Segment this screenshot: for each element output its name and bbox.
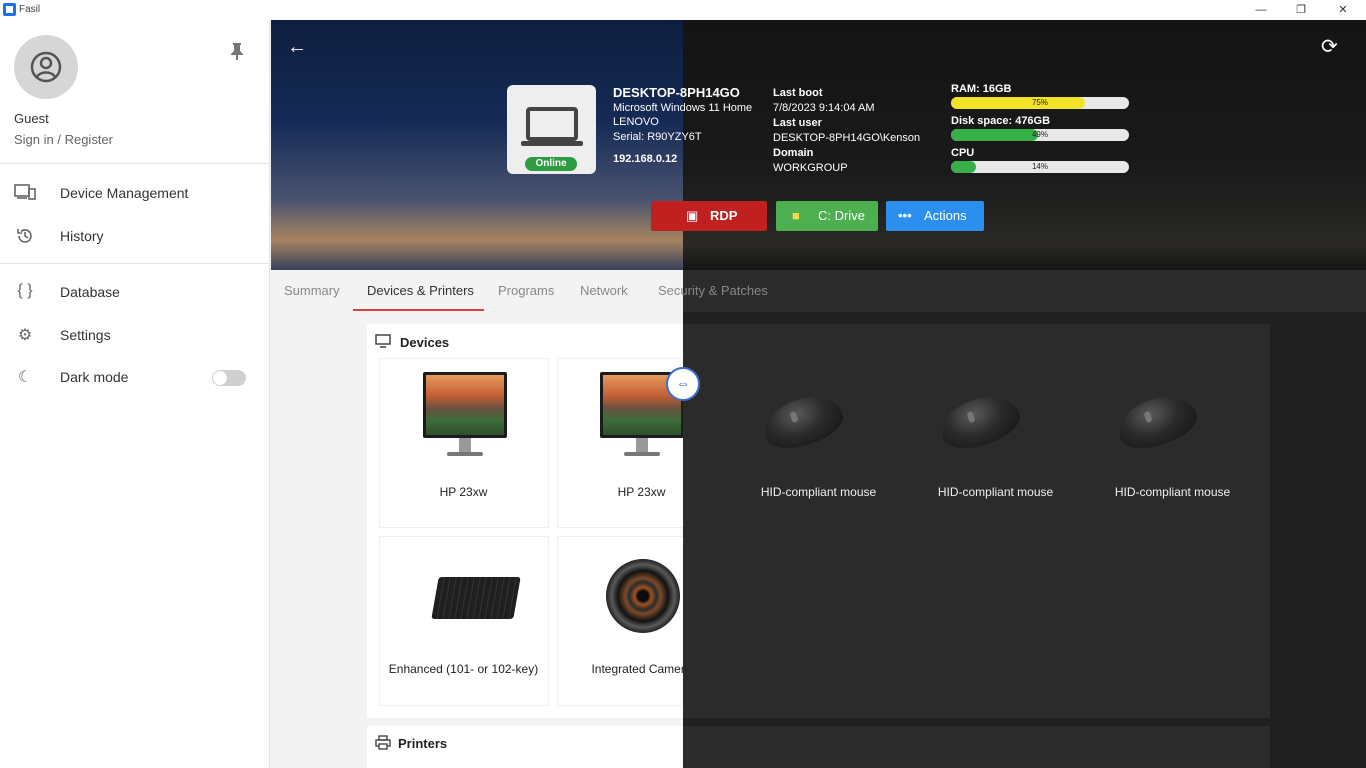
device-label: HP 23xw — [439, 485, 488, 499]
camera-image — [606, 559, 680, 633]
device-info: DESKTOP-8PH14GO Microsoft Windows 11 Hom… — [613, 85, 753, 167]
sidebar-item-settings[interactable]: ⚙ Settings — [0, 315, 270, 355]
laptop-base — [521, 141, 583, 146]
device-label: HID-compliant mouse — [1114, 485, 1231, 499]
ram-usage-percent: 75% — [1031, 98, 1048, 107]
rdp-button[interactable]: ▣ RDP — [651, 201, 767, 231]
tab-bar: Summary Devices & Printers Programs Netw… — [271, 270, 1366, 312]
dark-theme-preview — [683, 270, 1366, 312]
device-tile[interactable] — [379, 536, 549, 706]
last-user-label: Last user — [773, 117, 822, 129]
divider — [0, 263, 270, 264]
domain-value: WORKGROUP — [773, 161, 848, 174]
back-arrow-icon[interactable]: ← — [287, 36, 307, 59]
devices-title: Devices — [400, 335, 450, 350]
sidebar-item-device-management[interactable]: Device Management — [0, 173, 270, 213]
tab-devices-printers[interactable]: Devices & Printers — [367, 283, 474, 298]
gear-icon: ⚙ — [17, 327, 33, 344]
divider — [0, 163, 270, 164]
domain-label: Domain — [773, 147, 814, 159]
device-meta: Last boot 7/8/2023 9:14:04 AM Last user … — [773, 86, 920, 175]
device-header: ← ⟳ Online DESKTOP-8PH14GO Microsoft Win… — [271, 20, 1366, 270]
os-name: Microsoft Windows 11 Home — [613, 101, 753, 114]
devices-icon — [14, 183, 36, 203]
app-title: Fasil — [19, 4, 41, 15]
sidebar-item-label: Settings — [60, 327, 111, 343]
history-icon — [14, 226, 36, 246]
serial-number: Serial: R90YZY6T — [613, 130, 702, 143]
sign-in-link[interactable]: Sign in / Register — [14, 132, 113, 147]
manufacturer: LENOVO — [613, 116, 659, 128]
hostname: DESKTOP-8PH14GO — [613, 85, 740, 100]
tab-security-patches[interactable]: Security & Patches — [658, 283, 768, 298]
device-label: HID-compliant mouse — [937, 485, 1054, 499]
sidebar-item-database[interactable]: { } Database — [0, 272, 270, 312]
status-badge: Online — [525, 157, 577, 171]
moon-icon: ☾ — [17, 369, 33, 386]
last-boot-label: Last boot — [773, 87, 823, 99]
cpu-usage-percent: 14% — [1031, 162, 1048, 171]
ram-label: RAM: 16GB — [951, 83, 1012, 95]
dark-mode-toggle[interactable] — [212, 370, 246, 386]
mouse-image — [757, 387, 849, 457]
ip-address: 192.168.0.12 — [613, 153, 678, 165]
cpu-usage-bar: 14% — [951, 161, 1129, 173]
monitor-icon: ▣ — [686, 208, 699, 223]
monitor-icon — [375, 334, 391, 351]
device-label: Enhanced (101- or 102-key) — [388, 662, 539, 676]
printers-panel-dark — [683, 726, 1270, 768]
disk-usage-bar: 49% — [951, 129, 1129, 141]
actions-button[interactable]: ••• Actions — [886, 201, 984, 231]
sidebar-item-label: Device Management — [60, 185, 189, 201]
ram-usage-bar: 75% — [951, 97, 1129, 109]
printers-title: Printers — [398, 736, 448, 751]
sidebar-item-label: Database — [60, 284, 120, 300]
pin-icon[interactable] — [230, 42, 244, 65]
braces-icon: { } — [17, 282, 33, 299]
theme-compare-handle[interactable]: ⇔ — [666, 367, 700, 401]
refresh-icon[interactable]: ⟳ — [1321, 34, 1338, 59]
sidebar-item-label: History — [60, 228, 104, 244]
disk-usage-percent: 49% — [1031, 130, 1048, 139]
sidebar-item-label: Dark mode — [60, 369, 129, 385]
device-status-card: Online — [507, 85, 596, 174]
app-icon — [3, 3, 16, 16]
last-boot-value: 7/8/2023 9:14:04 AM — [773, 101, 875, 114]
user-icon — [30, 51, 62, 83]
cpu-label: CPU — [951, 147, 975, 159]
maximize-button[interactable]: ❐ — [1280, 0, 1322, 20]
device-tile[interactable] — [379, 358, 549, 528]
keyboard-image — [431, 577, 521, 619]
disk-label: Disk space: 476GB — [951, 115, 1051, 127]
mouse-image — [934, 387, 1026, 457]
laptop-icon — [526, 107, 578, 141]
tab-summary[interactable]: Summary — [284, 283, 340, 298]
sidebar: Guest Sign in / Register Device Manageme… — [0, 20, 270, 768]
avatar[interactable] — [14, 35, 78, 99]
tab-programs[interactable]: Programs — [498, 283, 554, 298]
main-content: ← ⟳ Online DESKTOP-8PH14GO Microsoft Win… — [271, 20, 1366, 768]
c-drive-button[interactable]: ■ C: Drive — [776, 201, 878, 231]
resize-horizontal-icon: ⇔ — [676, 375, 690, 391]
active-tab-indicator — [353, 309, 484, 311]
more-icon: ••• — [898, 208, 912, 223]
title-bar: Fasil — ❐ ✕ — [0, 0, 1366, 20]
user-name: Guest — [14, 111, 49, 126]
close-button[interactable]: ✕ — [1322, 0, 1364, 20]
mouse-image — [1111, 387, 1203, 457]
printer-icon — [375, 735, 391, 753]
minimize-button[interactable]: — — [1240, 0, 1282, 20]
folder-icon: ■ — [792, 208, 800, 223]
devices-panel-dark: HID-compliant mouse HID-compliant mouse … — [683, 324, 1270, 718]
last-user-value: DESKTOP-8PH14GO\Kenson — [773, 131, 921, 144]
sidebar-item-history[interactable]: History — [0, 216, 270, 256]
device-label: HID-compliant mouse — [760, 485, 877, 499]
tab-network[interactable]: Network — [580, 283, 628, 298]
